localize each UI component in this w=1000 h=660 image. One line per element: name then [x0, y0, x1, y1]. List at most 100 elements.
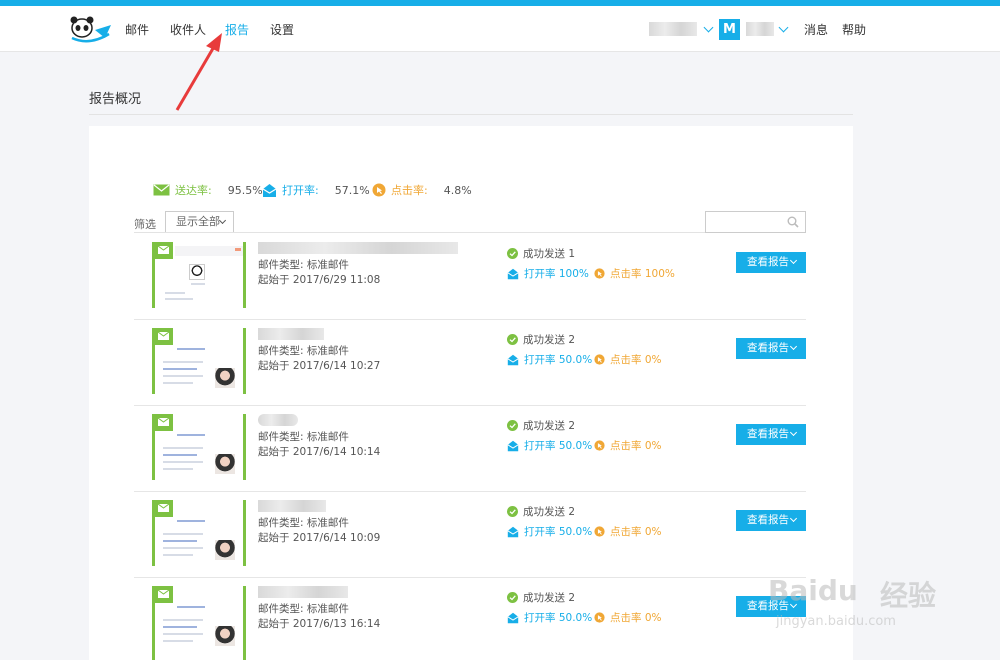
open-envelope-icon — [507, 526, 519, 537]
filter-select[interactable]: 显示全部 — [165, 211, 234, 233]
email-subject-blurred[interactable] — [258, 414, 298, 426]
baidu-watermark: Baidu 经验 jingyan.baidu.com — [768, 560, 958, 640]
sent-status: 成功发送 2 — [507, 504, 575, 519]
email-type: 邮件类型: 标准邮件 — [258, 259, 349, 271]
open-rate-stat: 打开率: 57.1% — [262, 182, 370, 198]
view-report-button[interactable]: 查看报告 — [736, 252, 806, 273]
check-circle-icon — [507, 592, 518, 603]
email-type: 邮件类型: 标准邮件 — [258, 345, 349, 357]
open-envelope-icon — [507, 612, 519, 623]
open-rate-text: 打开率 50.0% — [524, 354, 593, 366]
click-icon — [594, 612, 605, 623]
open-envelope-icon — [507, 440, 519, 451]
open-envelope-icon — [507, 354, 519, 365]
watermark-brand: Baidu — [768, 574, 858, 607]
sent-count: 成功发送 1 — [523, 248, 576, 260]
click-rate-stat: 点击率: 4.8% — [372, 182, 472, 198]
open-rate: 打开率 50.0% — [507, 524, 592, 539]
avatar[interactable]: M — [719, 19, 740, 40]
click-rate: 点击率 0% — [594, 524, 662, 539]
open-rate-text: 打开率 100% — [524, 268, 589, 280]
email-subject-blurred[interactable] — [258, 242, 458, 254]
view-report-label: 查看报告 — [747, 342, 789, 354]
email-thumbnail[interactable] — [152, 414, 246, 480]
view-report-label: 查看报告 — [747, 514, 789, 526]
view-report-button[interactable]: 查看报告 — [736, 424, 806, 445]
annotation-arrow-icon — [175, 33, 222, 111]
send-start-time: 起始于 2017/6/29 11:08 — [258, 274, 381, 286]
click-rate-label: 点击率: — [391, 184, 428, 197]
open-rate-text: 打开率 50.0% — [524, 612, 593, 624]
check-circle-icon — [507, 420, 518, 431]
open-envelope-icon — [507, 268, 519, 279]
check-circle-icon — [507, 248, 518, 259]
email-thumbnail[interactable] — [152, 242, 246, 308]
open-rate-text: 打开率 50.0% — [524, 440, 593, 452]
send-start-time: 起始于 2017/6/14 10:09 — [258, 532, 381, 544]
click-rate: 点击率 0% — [594, 610, 662, 625]
email-type: 邮件类型: 标准邮件 — [258, 603, 349, 615]
click-rate: 点击率 0% — [594, 438, 662, 453]
sent-status: 成功发送 1 — [507, 246, 575, 261]
click-rate-text: 点击率 0% — [610, 354, 662, 366]
email-subject-blurred[interactable] — [258, 328, 324, 340]
open-envelope-icon — [262, 183, 277, 197]
delivery-rate-value: 95.5% — [227, 183, 263, 197]
delivery-rate-label: 送达率: — [175, 184, 212, 197]
click-rate: 点击率 0% — [594, 352, 662, 367]
click-rate-text: 点击率 0% — [610, 440, 662, 452]
open-rate: 打开率 50.0% — [507, 610, 592, 625]
sent-status: 成功发送 2 — [507, 418, 575, 433]
email-thumbnail[interactable] — [152, 586, 246, 660]
open-rate-text: 打开率 50.0% — [524, 526, 593, 538]
send-start-time: 起始于 2017/6/14 10:14 — [258, 446, 381, 458]
email-subject-blurred[interactable] — [258, 586, 348, 598]
sent-count: 成功发送 2 — [523, 592, 576, 604]
email-thumbnail[interactable] — [152, 500, 246, 566]
click-icon — [594, 526, 605, 537]
envelope-icon — [153, 184, 170, 196]
view-report-label: 查看报告 — [747, 256, 789, 268]
email-subject-blurred[interactable] — [258, 500, 326, 512]
view-report-label: 查看报告 — [747, 428, 789, 440]
filter-selected-value: 显示全部 — [176, 215, 220, 228]
chevron-down-icon — [789, 428, 798, 437]
chevron-down-icon — [789, 256, 798, 265]
watermark-url: jingyan.baidu.com — [776, 614, 896, 629]
send-start-time: 起始于 2017/6/14 10:27 — [258, 360, 381, 372]
report-row: 邮件类型: 标准邮件 起始于 2017/6/14 10:27 成功发送 2 打开… — [134, 320, 806, 406]
mail-icon — [155, 586, 173, 603]
send-start-time: 起始于 2017/6/13 16:14 — [258, 618, 381, 630]
check-circle-icon — [507, 334, 518, 345]
chevron-down-icon — [789, 342, 798, 351]
mail-icon — [155, 242, 173, 259]
email-type: 邮件类型: 标准邮件 — [258, 517, 349, 529]
open-rate: 打开率 50.0% — [507, 352, 592, 367]
click-rate-text: 点击率 0% — [610, 526, 662, 538]
view-report-button[interactable]: 查看报告 — [736, 338, 806, 359]
sent-status: 成功发送 2 — [507, 332, 575, 347]
email-thumbnail[interactable] — [152, 328, 246, 394]
sent-status: 成功发送 2 — [507, 590, 575, 605]
view-report-button[interactable]: 查看报告 — [736, 510, 806, 531]
user-chevron-down-icon[interactable] — [778, 22, 789, 33]
search-input[interactable] — [705, 211, 806, 233]
sent-count: 成功发送 2 — [523, 506, 576, 518]
report-row: 邮件类型: 标准邮件 起始于 2017/6/13 16:14 成功发送 2 打开… — [134, 578, 806, 660]
click-rate-text: 点击率 100% — [610, 268, 675, 280]
nav-messages[interactable]: 消息 — [804, 21, 828, 38]
watermark-cn: 经验 — [880, 579, 937, 612]
click-icon — [594, 354, 605, 365]
mail-icon — [155, 414, 173, 431]
open-rate-value: 57.1% — [334, 183, 370, 197]
click-rate-value: 4.8% — [443, 183, 472, 197]
account-name-blurred[interactable] — [649, 22, 697, 36]
account-chevron-down-icon[interactable] — [703, 22, 714, 33]
chevron-down-icon — [789, 514, 798, 523]
user-name-blurred[interactable] — [746, 22, 774, 36]
chevron-down-icon — [218, 216, 227, 225]
click-rate-text: 点击率 0% — [610, 612, 662, 624]
mail-icon — [155, 328, 173, 345]
search-icon[interactable] — [787, 216, 799, 228]
nav-help[interactable]: 帮助 — [842, 21, 866, 38]
